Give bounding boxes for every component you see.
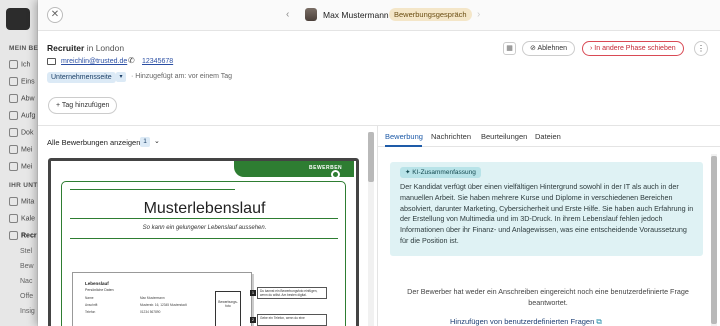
job-title: Recruiter in London <box>47 43 124 53</box>
source-badge: Unternehmensseite <box>47 72 116 83</box>
added-date: · Hinzugefügt am: vor einem Tag <box>131 73 233 80</box>
job-location: London <box>95 43 125 53</box>
application-details-pane: Bewerbung Nachrichten Beurteilungen Date… <box>378 125 720 326</box>
app-window: MEIN BE Ich Eins Abw Aufg Dok Mei Mei IH… <box>0 0 720 326</box>
tab-beurteilungen[interactable]: Beurteilungen <box>481 132 527 141</box>
cv-row-value: Musterstr. 16, 12345 Musterstadt <box>140 303 187 307</box>
avatar <box>305 8 317 21</box>
previous-candidate-icon[interactable]: ‹ <box>286 9 289 20</box>
candidate-drawer: ✕ ‹ Max Mustermann Bewerbungsgespräch › … <box>38 0 720 326</box>
cv-row-value: Max Mustermann <box>140 296 165 300</box>
cv-photo-placeholder: Bewerbungs-foto <box>215 291 241 326</box>
cv-row-value: 01234 567890 <box>140 310 161 314</box>
resume-scrollbar[interactable] <box>368 132 374 326</box>
resume-pane: Alle Bewerbungen anzeigen 1 ⌄ BEWERBEN M… <box>38 125 378 326</box>
tab-dateien[interactable]: Dateien <box>535 132 561 141</box>
cv-doc-section: Persönliche Daten <box>85 288 114 292</box>
application-count-badge: 1 <box>140 137 150 147</box>
reject-label: Ablehnen <box>537 45 568 52</box>
calendar-icon[interactable]: ▦ <box>503 42 516 55</box>
active-tab-indicator <box>385 145 422 147</box>
cv-note: Gebe ein Telefon, wenn du eine <box>257 314 327 326</box>
add-custom-questions-link[interactable]: Hinzufügen von benutzerdefinierten Frage… <box>450 317 602 326</box>
move-stage-label: In andere Phase schieben <box>594 45 676 52</box>
details-scrollbar[interactable] <box>711 154 717 326</box>
cv-row-label: Telefon <box>85 310 96 314</box>
cv-row-label: Anschrift <box>85 303 98 307</box>
phone-link[interactable]: 12345678 <box>142 58 173 65</box>
cv-note-number: 1 <box>250 290 256 296</box>
resume-viewer[interactable]: BEWERBEN Musterlebenslauf So kann ein ge… <box>48 158 359 326</box>
cv-doc-row: Anschrift Musterstr. 16, 12345 Mustersta… <box>85 303 187 307</box>
email-icon <box>47 58 56 65</box>
background-overlay <box>0 0 38 326</box>
move-stage-button[interactable]: › In andere Phase schieben <box>582 41 684 56</box>
stage-badge: Bewerbungsgespräch <box>389 8 472 21</box>
resume-page: BEWERBEN Musterlebenslauf So kann ein ge… <box>51 161 356 326</box>
cv-doc-row: Telefon 01234 567890 <box>85 310 160 314</box>
candidate-name: Max Mustermann <box>323 10 389 20</box>
ai-summary-badge-label: KI-Zusammenfassung <box>412 169 476 176</box>
ai-summary-card: ✦ KI-Zusammenfassung Der Kandidat verfüg… <box>390 162 703 256</box>
scrollbar-thumb[interactable] <box>711 156 717 324</box>
add-custom-questions-label: Hinzufügen von benutzerdefinierten Frage… <box>450 317 595 326</box>
cv-row-label: Name <box>85 296 94 300</box>
cv-divider <box>70 189 235 190</box>
add-tag-button[interactable]: + Tag hinzufügen <box>48 97 118 114</box>
cv-subtitle: So kann ein gelungener Lebenslauf ausseh… <box>142 225 267 231</box>
add-tag-label: Tag hinzufügen <box>61 102 110 109</box>
chevron-down-icon[interactable]: ▾ <box>116 72 126 82</box>
phone-icon: ✆ <box>128 56 135 65</box>
cv-title: Musterlebenslauf <box>143 200 266 217</box>
cv-circle-icon <box>331 170 340 179</box>
chevron-down-icon[interactable]: ⌄ <box>154 137 160 145</box>
no-answers-message: Der Bewerber hat weder ein Anschreiben e… <box>407 287 689 307</box>
cv-note: Du kannst ein Bewerbungsfoto einfügen, w… <box>257 287 327 299</box>
tab-bewerbung[interactable]: Bewerbung <box>385 132 423 141</box>
ai-summary-badge: ✦ KI-Zusammenfassung <box>400 167 481 178</box>
added-date-text: Hinzugefügt am: vor einem Tag <box>135 73 233 80</box>
cv-frame: Musterlebenslauf So kann ein gelungener … <box>61 181 346 326</box>
more-options-icon[interactable]: ⋮ <box>694 41 708 56</box>
cv-doc-title: Lebenslauf <box>85 281 109 286</box>
ai-summary-text: Der Kandidat verfügt über einen vielfält… <box>400 182 694 245</box>
show-all-applications-link[interactable]: Alle Bewerbungen anzeigen <box>47 138 140 147</box>
cv-divider <box>70 238 338 239</box>
drawer-topbar: ✕ ‹ Max Mustermann Bewerbungsgespräch › <box>38 0 720 31</box>
cv-sample-document: Lebenslauf Persönliche Daten Name Max Mu… <box>72 272 252 326</box>
cv-note-number: 2 <box>250 317 256 323</box>
job-location-prefix: in <box>86 43 94 53</box>
external-link-icon: ⧉ <box>596 317 602 326</box>
cv-divider <box>70 218 338 219</box>
job-role: Recruiter <box>47 43 85 53</box>
tab-nachrichten[interactable]: Nachrichten <box>431 132 471 141</box>
scrollbar-thumb[interactable] <box>368 132 374 182</box>
reject-button[interactable]: ⊘ Ablehnen <box>522 41 576 56</box>
next-candidate-icon[interactable]: › <box>477 9 480 20</box>
cv-doc-row: Name Max Mustermann <box>85 296 165 300</box>
tab-divider <box>378 146 720 147</box>
close-button[interactable]: ✕ <box>47 7 63 23</box>
email-link[interactable]: mreichlin@trusted.de <box>61 58 127 65</box>
